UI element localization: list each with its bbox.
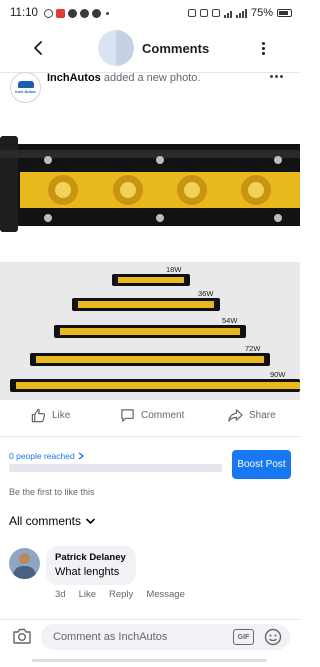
- comment-message-button[interactable]: Message: [146, 589, 185, 600]
- post-photo-sizes[interactable]: 18W 36W 54W 72W 90W: [0, 262, 300, 400]
- alarm-icon: [187, 9, 196, 17]
- post-action-text: added a new photo.: [103, 72, 201, 84]
- comment-reply-button[interactable]: Reply: [109, 589, 133, 600]
- facebook-notification-icon: [91, 8, 101, 18]
- camera-button[interactable]: [12, 627, 32, 645]
- label-18w: 18W: [166, 265, 182, 274]
- facebook-notification-icon: [67, 8, 77, 18]
- actions-divider: [0, 436, 300, 437]
- car-logo-icon: [17, 81, 34, 88]
- emoji-button[interactable]: [264, 628, 282, 646]
- light-bar-closeup-image: [0, 114, 300, 240]
- back-arrow-icon: [34, 41, 42, 55]
- comments-filter-dropdown[interactable]: All comments: [9, 514, 95, 528]
- header-avatar: [98, 30, 134, 66]
- bar-36w: [72, 298, 220, 311]
- comment-meta: 3d Like Reply Message: [55, 589, 198, 600]
- home-gesture-bar[interactable]: [32, 659, 267, 662]
- comment-bubble-icon: [121, 409, 134, 422]
- more-options-button[interactable]: [256, 38, 270, 58]
- post-header: Inch Autos InchAutos added a new photo.: [0, 72, 300, 114]
- whatsapp-icon: [43, 8, 53, 18]
- reach-link[interactable]: 0 people reached: [9, 451, 84, 461]
- more-notifications-dot-icon: [105, 11, 109, 15]
- wifi-icon: [223, 9, 232, 18]
- notification-app-icon: [55, 8, 65, 18]
- comment-bubble[interactable]: Patrick Delaney What lenghts: [46, 546, 136, 585]
- comment-text: What lenghts: [55, 566, 120, 578]
- system-nav-bar: [0, 654, 300, 667]
- bar-72w: [30, 353, 270, 366]
- avatar-logo-text: Inch Autos: [15, 89, 36, 94]
- label-72w: 72W: [245, 344, 261, 353]
- page-title: Comments: [142, 41, 210, 56]
- share-button[interactable]: Share: [228, 408, 276, 423]
- battery-percent: 75%: [250, 7, 273, 19]
- smiley-icon: [264, 628, 282, 646]
- gif-button[interactable]: GIF: [233, 629, 254, 645]
- comment-item: Patrick Delaney What lenghts 3d Like Rep…: [9, 546, 294, 606]
- label-36w: 36W: [198, 289, 214, 298]
- chevron-right-icon: [78, 452, 84, 460]
- chevron-down-icon: [86, 518, 95, 524]
- comment-author[interactable]: Patrick Delaney: [55, 552, 126, 563]
- commenter-avatar[interactable]: [9, 548, 40, 579]
- mute-icon: [211, 9, 220, 17]
- camera-icon: [13, 628, 31, 644]
- battery-icon: [277, 9, 292, 17]
- bar-18w: [112, 274, 190, 286]
- bar-54w: [54, 325, 246, 338]
- label-90w: 90W: [270, 370, 286, 379]
- comment-time: 3d: [55, 589, 66, 600]
- reach-progress-bar: [9, 464, 222, 472]
- page-avatar[interactable]: Inch Autos: [10, 72, 41, 103]
- comments-filter-label: All comments: [9, 514, 82, 528]
- bluetooth-icon: [199, 9, 208, 17]
- status-right: 75%: [187, 7, 292, 19]
- post-options-button[interactable]: [270, 75, 283, 78]
- reach-text: 0 people reached: [9, 451, 75, 461]
- status-left: 11:10: [10, 7, 109, 19]
- label-54w: 54W: [222, 316, 238, 325]
- post-author-line: InchAutos added a new photo.: [47, 72, 200, 84]
- signal-icon: [235, 8, 247, 18]
- light-bar-sizes-image: 18W 36W 54W 72W 90W: [0, 262, 300, 400]
- boost-post-button[interactable]: Boost Post: [232, 450, 291, 479]
- like-label: Like: [52, 410, 71, 421]
- share-label: Share: [249, 410, 276, 421]
- back-button[interactable]: [28, 38, 48, 58]
- post-actions: Like Comment Share: [0, 404, 300, 434]
- post-photo-closeup[interactable]: [0, 114, 300, 240]
- post-author[interactable]: InchAutos: [47, 72, 101, 84]
- likes-summary: Be the first to like this: [9, 487, 95, 497]
- comment-like-button[interactable]: Like: [79, 589, 96, 600]
- comment-composer: GIF: [0, 619, 300, 651]
- comment-label: Comment: [141, 410, 185, 421]
- comments-header: Comments: [0, 26, 300, 72]
- bar-90w: [10, 379, 300, 392]
- facebook-notification-icon: [79, 8, 89, 18]
- thumbs-up-icon: [31, 408, 46, 423]
- like-button[interactable]: Like: [31, 408, 70, 423]
- comment-button[interactable]: Comment: [120, 408, 184, 423]
- status-bar: 11:10 75%: [0, 0, 300, 26]
- status-time: 11:10: [10, 7, 38, 19]
- share-arrow-icon: [228, 409, 243, 422]
